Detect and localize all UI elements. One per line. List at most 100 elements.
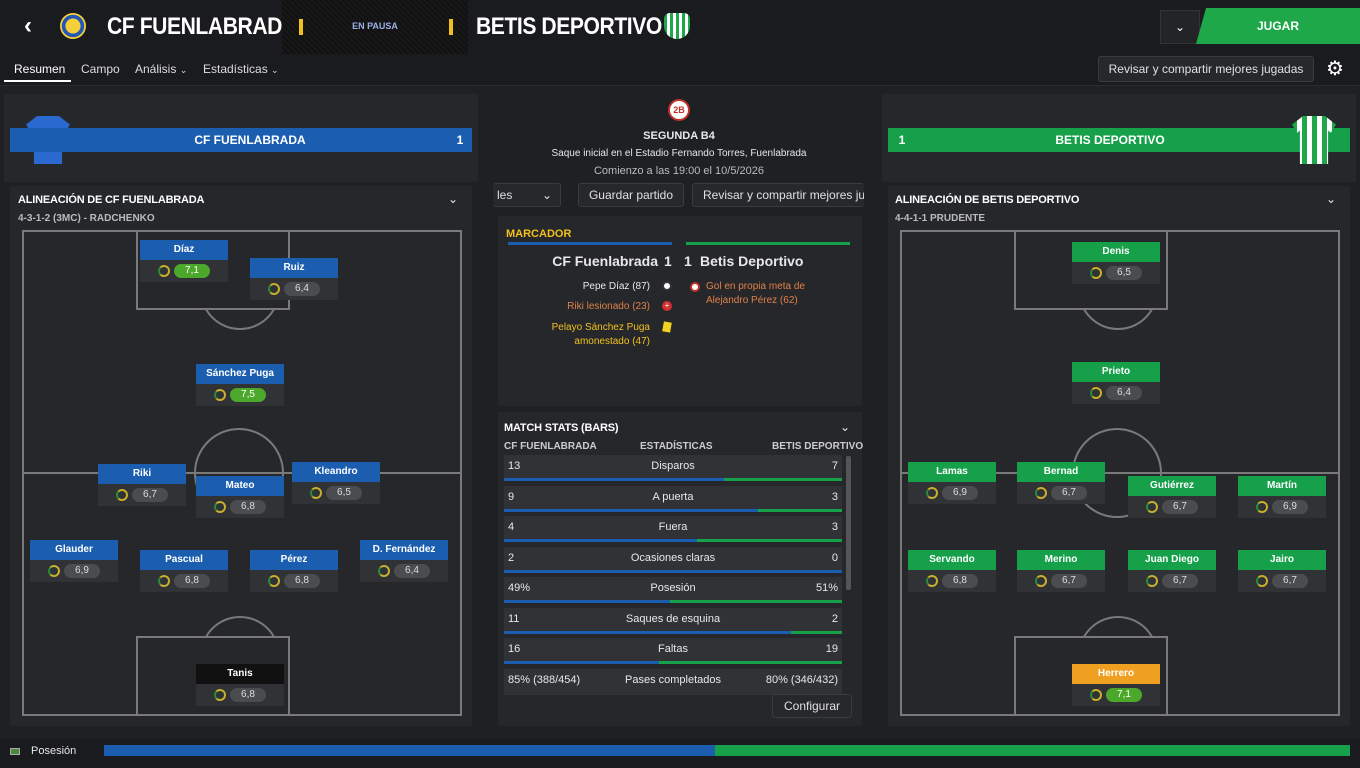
player-name: Juan Diego	[1128, 550, 1216, 570]
home-player-card[interactable]: Glauder 6,9	[30, 540, 118, 588]
home-event-goal: Pepe Díaz (87)	[582, 281, 650, 292]
rating-icon	[1256, 501, 1268, 513]
home-player-card[interactable]: Pascual 6,8	[140, 550, 228, 598]
share-highlights-button[interactable]: Revisar y compartir mejores jugadas	[1098, 56, 1314, 82]
gear-icon[interactable]: ⚙	[1320, 56, 1350, 82]
away-player-card[interactable]: Martín 6,9	[1238, 476, 1326, 524]
player-name: Pascual	[140, 550, 228, 570]
player-rating: 6,9	[64, 564, 100, 578]
away-pause-bar	[449, 19, 453, 35]
stat-row: 13 Disparos 7	[504, 455, 842, 481]
rating-icon	[1090, 387, 1102, 399]
save-match-button[interactable]: Guardar partido	[578, 183, 684, 207]
home-player-card[interactable]: Ruiz 6,4	[250, 258, 338, 306]
home-player-card[interactable]: Tanis 6,8	[196, 664, 284, 712]
player-rating-row: 6,8	[196, 684, 284, 706]
away-formation: 4-4-1-1 PRUDENTE	[895, 213, 986, 224]
player-rating: 6,7	[1162, 574, 1198, 588]
away-player-card[interactable]: Bernad 6,7	[1017, 462, 1105, 510]
rating-icon	[378, 565, 390, 577]
stat-label: Fuera	[658, 521, 688, 533]
player-rating-row: 7,1	[140, 260, 228, 282]
away-player-card[interactable]: Juan Diego 6,7	[1128, 550, 1216, 598]
away-player-card[interactable]: Jairo 6,7	[1238, 550, 1326, 598]
stat-bar	[504, 508, 842, 512]
configure-button[interactable]: Configurar	[772, 694, 852, 718]
player-name: D. Fernández	[360, 540, 448, 560]
tab-resumen[interactable]: Resumen	[14, 62, 65, 76]
chevron-down-icon[interactable]: ⌄	[1160, 10, 1200, 44]
player-rating: 6,4	[1106, 386, 1142, 400]
player-rating-row: 6,9	[1238, 496, 1326, 518]
away-score-line	[686, 242, 850, 245]
stat-away-value: 7	[831, 460, 838, 472]
competition-name: SEGUNDA B4	[643, 130, 715, 142]
player-rating-row: 6,7	[1017, 570, 1105, 592]
stat-away-value: 3	[831, 521, 838, 533]
stat-bar-home	[504, 539, 697, 542]
player-rating: 6,9	[1272, 500, 1308, 514]
player-name: Prieto	[1072, 362, 1160, 382]
stats-scrollbar[interactable]	[846, 456, 851, 590]
player-name: Martín	[1238, 476, 1326, 496]
player-rating: 7,1	[1106, 688, 1142, 702]
rating-icon	[1256, 575, 1268, 587]
away-player-card[interactable]: Denis 6,5	[1072, 242, 1160, 290]
start-time: Comienzo a las 19:00 el 10/5/2026	[593, 165, 764, 177]
home-player-card[interactable]: Mateo 6,8	[196, 476, 284, 524]
player-rating-row: 6,9	[908, 482, 996, 504]
stats-col-away: BETIS DEPORTIVO	[772, 441, 864, 452]
possession-bar	[104, 745, 1350, 756]
player-rating: 6,7	[1272, 574, 1308, 588]
scoreboard-home: CF Fuenlabrada	[552, 253, 658, 269]
player-rating-row: 6,8	[908, 570, 996, 592]
away-player-card[interactable]: Servando 6,8	[908, 550, 996, 598]
player-rating: 6,8	[174, 574, 210, 588]
chevron-down-icon[interactable]: ⌄	[448, 192, 458, 206]
away-player-card[interactable]: Merino 6,7	[1017, 550, 1105, 598]
stat-away-value: 2	[831, 612, 838, 625]
home-player-card[interactable]: D. Fernández 6,4	[360, 540, 448, 588]
share-highlights-button-center[interactable]: Revisar y compartir mejores ju	[692, 183, 864, 207]
tab-estadisticas[interactable]: Estadísticas ⌄	[203, 62, 279, 76]
home-score-line	[508, 242, 672, 245]
stat-row: 2 Ocasiones claras 0	[504, 546, 842, 573]
back-icon[interactable]: ‹	[14, 12, 42, 40]
player-name: Gutiérrez	[1128, 476, 1216, 496]
home-player-card[interactable]: Riki 6,7	[98, 464, 186, 512]
view-dropdown[interactable]: les ⌄	[493, 183, 561, 207]
away-player-card[interactable]: Prieto 6,4	[1072, 362, 1160, 410]
home-player-card[interactable]: Sánchez Puga 7,5	[196, 364, 284, 412]
stat-bar-home	[504, 630, 792, 634]
player-rating-row: 6,5	[1072, 262, 1160, 284]
away-player-card[interactable]: Lamas 6,9	[908, 462, 996, 510]
tab-analisis[interactable]: Análisis ⌄	[135, 62, 187, 76]
view-dropdown-label: les	[497, 188, 513, 202]
rating-icon	[158, 265, 170, 277]
rating-icon	[158, 575, 170, 587]
home-player-card[interactable]: Díaz 7,1	[140, 240, 228, 288]
away-bar-name: BETIS DEPORTIVO	[1055, 133, 1165, 147]
chevron-down-icon[interactable]: ⌄	[840, 420, 850, 434]
player-rating-row: 6,4	[1072, 382, 1160, 404]
home-event-injury: Riki lesionado (23)	[567, 301, 650, 312]
stat-bar	[504, 630, 842, 634]
pitch-icon	[10, 748, 20, 755]
rating-icon	[926, 575, 938, 587]
away-player-card[interactable]: Gutiérrez 6,7	[1128, 476, 1216, 524]
away-player-card[interactable]: Herrero 7,1	[1072, 664, 1160, 712]
home-player-card[interactable]: Kleandro 6,5	[292, 462, 380, 510]
chevron-down-icon[interactable]: ⌄	[1326, 192, 1336, 206]
player-rating: 6,8	[942, 574, 978, 588]
stat-away-value: 3	[831, 490, 838, 503]
player-rating: 6,7	[1051, 486, 1087, 500]
home-player-card[interactable]: Pérez 6,8	[250, 550, 338, 598]
kickoff-text: Saque inicial en el Estadio Fernando Tor…	[551, 148, 807, 159]
play-button[interactable]: JUGAR	[1196, 8, 1360, 44]
away-event-2: Alejandro Pérez (62)	[706, 295, 798, 306]
player-rating-row: 6,5	[292, 482, 380, 504]
player-name: Herrero	[1072, 664, 1160, 684]
stat-row: 9A puerta 3	[504, 485, 842, 512]
scoreboard-home-score: 1	[664, 253, 672, 269]
tab-campo[interactable]: Campo	[81, 62, 120, 76]
